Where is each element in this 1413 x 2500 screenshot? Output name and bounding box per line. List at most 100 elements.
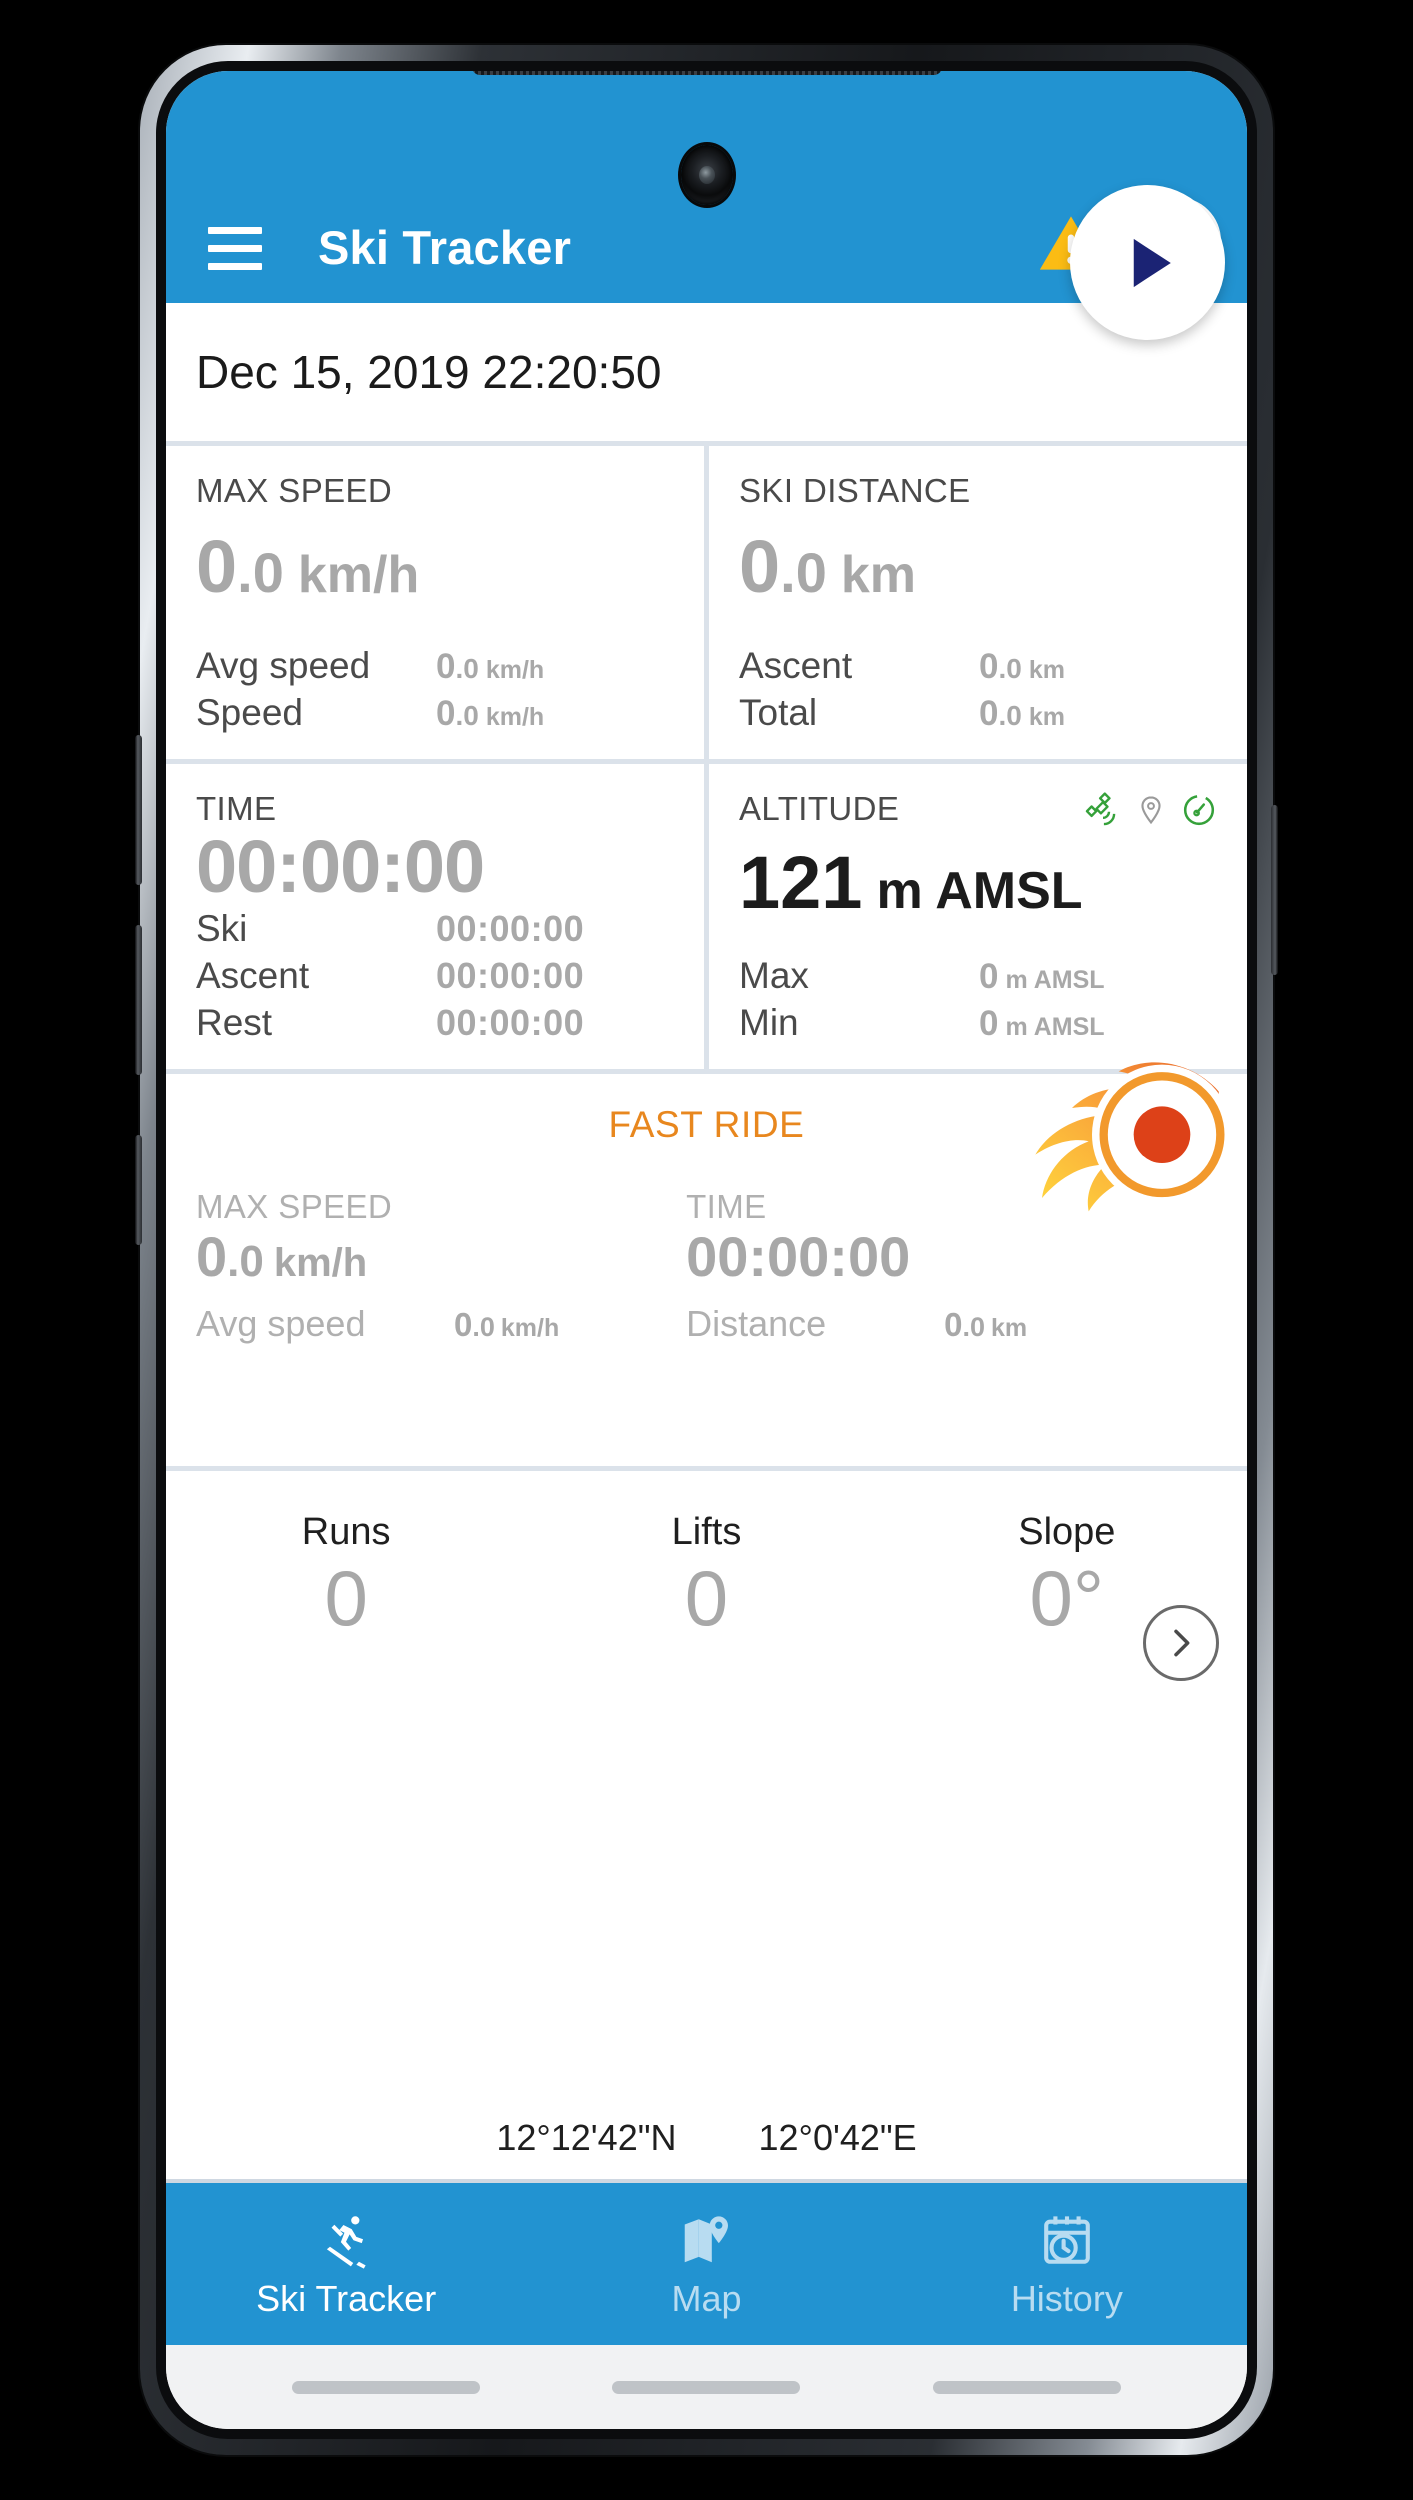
time-card[interactable]: TIME 00:00:00 Ski 00:00:00 Ascent 00:00:…: [166, 764, 704, 1069]
subrow-min-altitude: Min 0 m AMSL: [739, 1002, 1217, 1044]
longitude-value: 12°0'42"E: [758, 2117, 917, 2158]
subrow-speed-int: 0: [436, 693, 456, 733]
subrow-ascent-distance: Ascent 0 .0 km: [739, 645, 1217, 687]
subrow-min-altitude-int: 0: [979, 1003, 999, 1043]
subrow-max-altitude-int: 0: [979, 956, 999, 996]
subrow-max-altitude-unit: m AMSL: [1005, 965, 1105, 994]
hamburger-menu-icon[interactable]: [208, 217, 270, 279]
altitude-title: ALTITUDE: [739, 790, 900, 827]
subrow-total-distance: Total 0 .0 km: [739, 692, 1217, 734]
subrow-avg-speed-unit: km/h: [485, 655, 545, 684]
fast-ride-max-speed-unit: km/h: [273, 1241, 368, 1285]
subrow-total-distance-unit: km: [1028, 702, 1065, 731]
subrow-ascent-time-label: Ascent: [196, 955, 310, 996]
subrow-ascent-time-value: 00:00:00: [436, 955, 584, 997]
start-tracking-button[interactable]: [1070, 185, 1225, 340]
subrow-avg-speed-frac: .0: [455, 652, 479, 684]
time-card-head: TIME: [196, 790, 674, 828]
latitude-value: 12°12'42"N: [496, 2117, 677, 2158]
subrow-min-altitude-unit: m AMSL: [1005, 1012, 1105, 1041]
stat-slope-label: Slope: [1018, 1511, 1116, 1553]
fast-ride-card[interactable]: FAST RIDE MAX SPEED 0 .0 km/h Avg speed …: [166, 1062, 1247, 1466]
calendar-clock-icon-wrap: [1038, 2208, 1096, 2272]
fast-ride-avg-speed-unit: km/h: [500, 1313, 560, 1342]
stats-card[interactable]: Runs 0 Lifts 0 Slope 0° 12°12'42"N 12°0'…: [166, 1471, 1247, 2179]
bottom-navigation: Ski Tracker Map History: [166, 2179, 1247, 2345]
ski-distance-value-frac: .0: [780, 541, 827, 605]
subrow-total-distance-value: 0 .0 km: [979, 694, 1065, 734]
subrow-min-altitude-label: Min: [739, 1001, 799, 1043]
front-camera-icon: [680, 145, 733, 205]
stats-next-button[interactable]: [1143, 1605, 1219, 1681]
side-key-button[interactable]: [1271, 805, 1278, 975]
nav-item-history[interactable]: History: [887, 2183, 1247, 2345]
volume-down-button[interactable]: [135, 925, 142, 1075]
ski-distance-title: SKI DISTANCE: [739, 472, 971, 509]
gesture-navigation-bar: [166, 2345, 1247, 2429]
subrow-ascent-distance-label: Ascent: [739, 644, 853, 686]
page-title: Ski Tracker: [318, 221, 572, 274]
stat-lifts-value: 0: [684, 1554, 729, 1642]
altitude-source-icons: [1085, 790, 1217, 828]
gesture-pill-recents[interactable]: [932, 2380, 1121, 2394]
subrow-ascent-distance-value: 0 .0 km: [979, 647, 1065, 687]
nav-item-ski-tracker[interactable]: Ski Tracker: [166, 2183, 526, 2345]
fast-ride-avg-speed-row: Avg speed 0 .0 km/h: [196, 1303, 686, 1345]
subrow-speed: Speed 0 .0 km/h: [196, 692, 674, 734]
time-value-int: 00:00:00: [196, 825, 485, 908]
subrow-ascent-distance-int: 0: [979, 646, 999, 686]
subrow-max-altitude: Max 0 m AMSL: [739, 955, 1217, 997]
altitude-subrows: Max 0 m AMSL Min 0 m AMSL: [739, 955, 1217, 1049]
fast-ride-distance-label: Distance: [686, 1302, 827, 1344]
ski-distance-card[interactable]: SKI DISTANCE 0 .0 km Ascent 0 .0 km Tota…: [709, 446, 1247, 759]
map-pin-icon-wrap: [677, 2208, 735, 2272]
subrow-rest-time-label: Rest: [196, 1002, 273, 1043]
subrow-max-altitude-label: Max: [739, 954, 809, 996]
stat-lifts-label: Lifts: [671, 1511, 742, 1553]
subrow-total-distance-int: 0: [979, 693, 999, 733]
subrow-min-altitude-value: 0 m AMSL: [979, 1004, 1105, 1044]
fast-ride-max-speed-frac: .0: [227, 1237, 264, 1286]
subrow-speed-unit: km/h: [485, 702, 545, 731]
nav-label-map: Map: [671, 2278, 742, 2319]
fast-ride-distance-value: 0 .0 km: [944, 1306, 1027, 1344]
session-datetime: Dec 15, 2019 22:20:50: [196, 346, 662, 398]
max-speed-card-head: MAX SPEED: [196, 472, 674, 510]
fast-ride-distance-unit: km: [990, 1313, 1028, 1342]
subrow-rest-time-int: 00:00:00: [436, 1002, 585, 1043]
gesture-pill-home[interactable]: [612, 2380, 801, 2394]
nav-label-ski-tracker: Ski Tracker: [256, 2278, 437, 2319]
subrow-ascent-distance-unit: km: [1028, 655, 1065, 684]
location-pin-icon: [1141, 796, 1161, 825]
flame-icon: [1035, 1062, 1232, 1212]
volume-up-button[interactable]: [135, 735, 142, 885]
max-speed-card[interactable]: MAX SPEED 0 .0 km/h Avg speed 0 .0 km/h …: [166, 446, 704, 759]
play-icon: [1133, 238, 1171, 287]
skier-icon-wrap: [315, 2208, 377, 2272]
subrow-rest-time-value: 00:00:00: [436, 1002, 584, 1044]
phone-frame: Ski Tracker Dec 15, 2019 22:20:50 MAX SP…: [135, 45, 1278, 2455]
barometer-icon: [1183, 794, 1215, 826]
nav-item-map[interactable]: Map: [526, 2183, 886, 2345]
metrics-row-1: MAX SPEED 0 .0 km/h Avg speed 0 .0 km/h …: [166, 446, 1247, 759]
time-title: TIME: [196, 790, 277, 827]
gesture-pill-back[interactable]: [292, 2380, 481, 2394]
ski-distance-card-head: SKI DISTANCE: [739, 472, 1217, 510]
subrow-ski-time-int: 00:00:00: [436, 908, 585, 949]
altitude-card-head: ALTITUDE: [739, 790, 1217, 828]
ski-distance-value: 0 .0 km: [739, 530, 1217, 604]
subrow-avg-speed-label: Avg speed: [196, 644, 371, 686]
fast-ride-max-speed-col: MAX SPEED 0 .0 km/h Avg speed 0 .0 km/h: [196, 1188, 686, 1345]
phone-screen: Ski Tracker Dec 15, 2019 22:20:50 MAX SP…: [166, 71, 1247, 2429]
subrow-ski-time: Ski 00:00:00: [196, 908, 674, 950]
max-speed-value-int: 0: [196, 525, 238, 609]
max-speed-subrows: Avg speed 0 .0 km/h Speed 0 .0 km/h: [196, 645, 674, 739]
ski-distance-value-int: 0: [739, 525, 781, 609]
subrow-avg-speed: Avg speed 0 .0 km/h: [196, 645, 674, 687]
power-button[interactable]: [135, 1135, 142, 1245]
max-speed-unit: km/h: [297, 546, 420, 605]
subrow-ascent-distance-frac: .0: [998, 652, 1022, 684]
altitude-card[interactable]: ALTITUDE 121 m AMSL Max 0 m AMSL Min 0 m…: [709, 764, 1247, 1069]
stat-lifts: Lifts 0: [526, 1511, 886, 1642]
fast-ride-distance-int: 0: [944, 1305, 963, 1343]
